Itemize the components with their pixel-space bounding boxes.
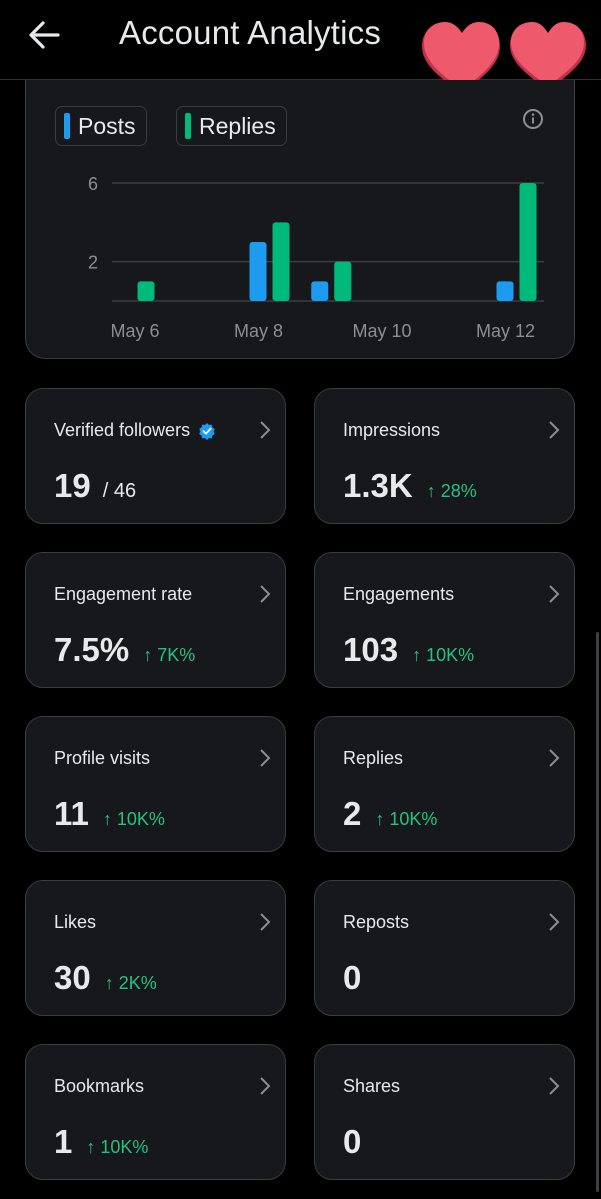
engagements-card[interactable]: Engagements 103 ↑ 10K% bbox=[314, 552, 575, 688]
posts-bar bbox=[249, 242, 267, 301]
chevron-right-icon bbox=[549, 585, 560, 603]
chevron-right-icon bbox=[260, 749, 271, 767]
profile-visits-card[interactable]: Profile visits 11 ↑ 10K% bbox=[25, 716, 286, 852]
shares-label: Shares bbox=[343, 1076, 401, 1096]
likes-value: 30 bbox=[54, 959, 91, 996]
y-tick-label: 6 bbox=[88, 174, 98, 194]
verified-followers-value-row: 19 / 46 bbox=[54, 467, 136, 505]
engagements-value-row: 103 ↑ 10K% bbox=[343, 631, 474, 669]
chevron-right-icon bbox=[260, 1077, 271, 1095]
activity-chart-card: Posts Replies 6 2 May 6 May 8 May 10 May 12 bbox=[25, 80, 575, 359]
profile-visits-value: 11 bbox=[54, 795, 89, 832]
replies-value-row: 2 ↑ 10K% bbox=[343, 795, 437, 833]
arrow-left-icon[interactable] bbox=[26, 18, 62, 52]
shares-value-row: 0 bbox=[343, 1123, 361, 1161]
impressions-delta: ↑ 28% bbox=[426, 481, 477, 501]
replies-value: 2 bbox=[343, 795, 362, 832]
likes-card[interactable]: Likes 30 ↑ 2K% bbox=[25, 880, 286, 1016]
verified-followers-card[interactable]: Verified followers 19 / 46 bbox=[25, 388, 286, 524]
verified-followers-total: / 46 bbox=[102, 480, 137, 502]
profile-visits-value-row: 11 ↑ 10K% bbox=[54, 795, 165, 833]
engagement-rate-value: 7.5% bbox=[54, 631, 130, 668]
engagement-rate-delta: ↑ 7K% bbox=[143, 645, 196, 665]
chevron-right-icon bbox=[549, 1077, 560, 1095]
reposts-card[interactable]: Reposts 0 bbox=[314, 880, 575, 1016]
impressions-card[interactable]: Impressions 1.3K ↑ 28% bbox=[314, 388, 575, 524]
engagements-value: 103 bbox=[343, 631, 399, 668]
verified-badge-icon bbox=[199, 422, 215, 440]
reposts-value: 0 bbox=[343, 959, 362, 996]
impressions-value-row: 1.3K ↑ 28% bbox=[343, 467, 477, 505]
reposts-value-row: 0 bbox=[343, 959, 361, 997]
engagement-rate-label: Engagement rate bbox=[54, 584, 193, 604]
bookmarks-value: 1 bbox=[54, 1123, 73, 1160]
impressions-label: Impressions bbox=[343, 420, 441, 440]
replies-card[interactable]: Replies 2 ↑ 10K% bbox=[314, 716, 575, 852]
likes-value-row: 30 ↑ 2K% bbox=[54, 959, 157, 997]
chevron-right-icon bbox=[549, 749, 560, 767]
chevron-right-icon bbox=[260, 585, 271, 603]
reposts-label: Reposts bbox=[343, 912, 410, 932]
replies-bar bbox=[334, 261, 352, 301]
replies-delta: ↑ 10K% bbox=[375, 809, 438, 829]
scrollbar[interactable] bbox=[596, 632, 599, 1192]
profile-visits-delta: ↑ 10K% bbox=[102, 809, 165, 829]
x-tick-label: May 12 bbox=[476, 321, 535, 341]
chevron-right-icon bbox=[260, 421, 271, 439]
verified-followers-label: Verified followers bbox=[54, 420, 191, 440]
chevron-right-icon bbox=[260, 913, 271, 931]
profile-visits-label: Profile visits bbox=[54, 748, 151, 768]
shares-value: 0 bbox=[343, 1123, 362, 1160]
x-tick-label: May 8 bbox=[234, 321, 283, 341]
likes-delta: ↑ 2K% bbox=[104, 973, 157, 993]
chevron-right-icon bbox=[549, 913, 560, 931]
bar-chart: 6 2 May 6 May 8 May 10 May 12 bbox=[88, 174, 544, 341]
page-title: Account Analytics bbox=[119, 14, 382, 51]
x-tick-label: May 6 bbox=[110, 321, 159, 341]
chevron-right-icon bbox=[549, 421, 560, 439]
bookmarks-value-row: 1 ↑ 10K% bbox=[54, 1123, 148, 1161]
bookmarks-delta: ↑ 10K% bbox=[86, 1137, 149, 1157]
replies-bar bbox=[272, 222, 290, 301]
replies-bar bbox=[137, 281, 155, 301]
bookmarks-card[interactable]: Bookmarks 1 ↑ 10K% bbox=[25, 1044, 286, 1180]
impressions-value: 1.3K bbox=[343, 467, 413, 504]
engagements-label: Engagements bbox=[343, 584, 455, 604]
likes-label: Likes bbox=[54, 912, 97, 932]
replies-bar bbox=[519, 183, 537, 301]
y-tick-label: 2 bbox=[88, 253, 98, 273]
replies-label: Replies bbox=[343, 748, 404, 768]
engagement-rate-card[interactable]: Engagement rate 7.5% ↑ 7K% bbox=[25, 552, 286, 688]
engagement-rate-value-row: 7.5% ↑ 7K% bbox=[54, 631, 195, 669]
engagements-delta: ↑ 10K% bbox=[412, 645, 475, 665]
x-tick-label: May 10 bbox=[352, 321, 411, 341]
posts-bar bbox=[311, 281, 329, 301]
verified-followers-value: 19 bbox=[54, 467, 91, 504]
shares-card[interactable]: Shares 0 bbox=[314, 1044, 575, 1180]
bookmarks-label: Bookmarks bbox=[54, 1076, 145, 1096]
posts-bar bbox=[496, 281, 514, 301]
verified-followers-label-row: Verified followers bbox=[54, 420, 216, 441]
